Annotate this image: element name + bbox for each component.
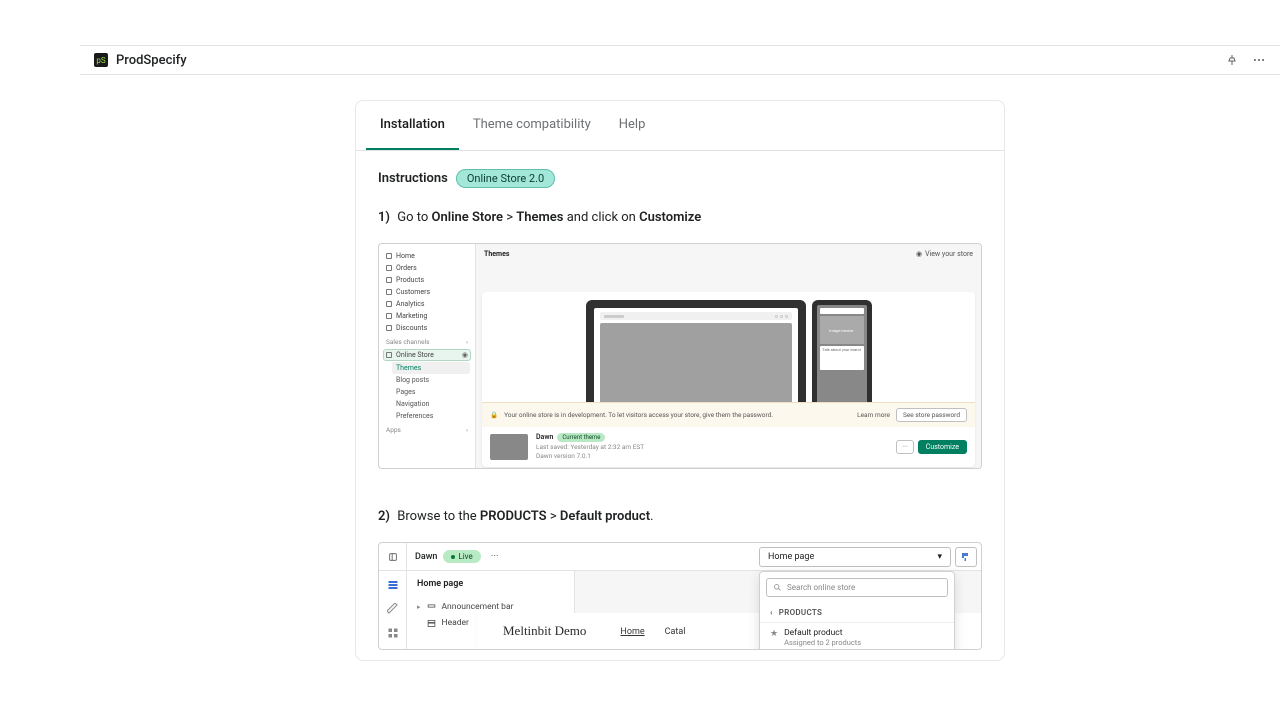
step-2-end: . bbox=[650, 509, 653, 524]
chevron-left-icon: ‹ bbox=[770, 608, 773, 617]
app-bar: pS ProdSpecify bbox=[80, 45, 1280, 75]
dev-notice: 🔒 Your online store is in development. T… bbox=[482, 402, 975, 427]
nav-discounts: Discounts bbox=[384, 322, 470, 334]
tabs: Installation Theme compatibility Help bbox=[356, 101, 1004, 151]
app-logo: pS bbox=[94, 53, 108, 67]
dropdown-crumb: ‹PRODUCTS bbox=[760, 603, 954, 623]
back-icon bbox=[379, 543, 407, 570]
pin-icon[interactable] bbox=[1226, 54, 1238, 66]
dropdown-option: ★ Default productAssigned to 2 products bbox=[760, 623, 954, 650]
paint-icon bbox=[955, 547, 977, 567]
theme-name: Dawn bbox=[536, 433, 553, 443]
step-1: 1) Go to Online Store > Themes and click… bbox=[378, 210, 982, 225]
eye-icon: ◉ bbox=[916, 250, 922, 258]
notice-link: Learn more bbox=[857, 411, 890, 419]
theme-more: ··· bbox=[896, 440, 914, 454]
step-1-b3: Customize bbox=[639, 210, 701, 225]
opt-sub: Assigned to 2 products bbox=[784, 638, 861, 647]
search-icon bbox=[773, 583, 782, 592]
nav-sales-head: Sales channels› bbox=[384, 334, 470, 348]
eye-icon: ◉ bbox=[462, 351, 468, 359]
opt-title: Default product bbox=[784, 628, 861, 638]
nav-prefs: Preferences bbox=[384, 410, 470, 422]
step-1-gt: > bbox=[503, 210, 516, 225]
step-1-pre: Go to bbox=[397, 210, 431, 225]
lock-icon: 🔒 bbox=[490, 411, 498, 419]
step-1-num: 1) bbox=[378, 210, 390, 225]
tool-column bbox=[379, 571, 407, 650]
preview-nav-home: Home bbox=[620, 627, 644, 637]
step-2-gt: > bbox=[547, 509, 560, 524]
nav-orders: Orders bbox=[384, 262, 470, 274]
step-1-mid: and click on bbox=[563, 210, 639, 225]
brush-icon bbox=[387, 603, 399, 615]
instructions-card: Installation Theme compatibility Help In… bbox=[355, 100, 1005, 661]
mobile-text: Talk about your brand bbox=[820, 346, 864, 370]
theme-saved: Last saved: Yesterday at 2:32 am EST bbox=[536, 443, 888, 452]
step-1-b2: Themes bbox=[516, 210, 563, 225]
page-select-dropdown: Search online store ‹PRODUCTS ★ Default … bbox=[759, 571, 955, 650]
shot1-main: Themes ◉View your store bbox=[476, 244, 981, 468]
more-icon[interactable] bbox=[1252, 53, 1266, 67]
header-icon bbox=[427, 619, 436, 628]
device-desktop bbox=[586, 300, 806, 402]
nav-online-store: Online Store◉ bbox=[383, 349, 471, 361]
screenshot-1: Home Orders Products Customers Analytics… bbox=[378, 243, 982, 469]
top-spacer bbox=[0, 0, 1280, 45]
mobile-hero: Image banner bbox=[820, 316, 864, 344]
nav-marketing: Marketing bbox=[384, 310, 470, 322]
tab-installation[interactable]: Installation bbox=[366, 101, 459, 150]
star-icon: ★ bbox=[770, 629, 778, 639]
tab-theme-compat[interactable]: Theme compatibility bbox=[459, 101, 605, 150]
shot1-title: Themes bbox=[484, 250, 509, 258]
live-badge: Live bbox=[443, 550, 480, 563]
step-2-b1: PRODUCTS bbox=[480, 509, 547, 524]
page-select: Home page▾ bbox=[759, 547, 951, 567]
nav-home: Home bbox=[384, 250, 470, 262]
theme-badge: Current theme bbox=[557, 433, 605, 442]
theme-thumb bbox=[490, 434, 528, 460]
apps-icon bbox=[387, 627, 399, 639]
nav-apps: Apps› bbox=[384, 422, 470, 436]
editor-more: ··· bbox=[491, 551, 499, 562]
theme-row: Dawn Current theme Last saved: Yesterday … bbox=[482, 427, 975, 467]
tab-help[interactable]: Help bbox=[605, 101, 660, 150]
nav-pages: Pages bbox=[384, 386, 470, 398]
screenshot-2: Dawn Live ··· Home page▾ Home page ▸Anno… bbox=[378, 542, 982, 650]
notice-text: Your online store is in development. To … bbox=[504, 411, 851, 419]
device-mobile: Image banner Talk about your brand bbox=[812, 300, 872, 402]
shot1-sidebar: Home Orders Products Customers Analytics… bbox=[379, 244, 476, 468]
step-2-num: 2) bbox=[378, 509, 390, 524]
nav-blog: Blog posts bbox=[384, 374, 470, 386]
step-2: 2) Browse to the PRODUCTS > Default prod… bbox=[378, 509, 982, 524]
nav-customers: Customers bbox=[384, 286, 470, 298]
editor-title: Dawn bbox=[415, 552, 437, 562]
announcement-icon bbox=[427, 603, 436, 612]
nav-products: Products bbox=[384, 274, 470, 286]
customize-button: Customize bbox=[918, 440, 967, 454]
app-name: ProdSpecify bbox=[116, 53, 187, 68]
preview-nav-catalog: Catal bbox=[665, 627, 686, 637]
nav-themes: Themes bbox=[392, 362, 470, 374]
step-1-b1: Online Store bbox=[431, 210, 503, 225]
theme-version: Dawn version 7.0.1 bbox=[536, 452, 888, 461]
nav-analytics: Analytics bbox=[384, 298, 470, 310]
search-input: Search online store bbox=[766, 578, 948, 597]
notice-btn: See store password bbox=[896, 408, 967, 422]
chevron-down-icon: ▾ bbox=[937, 552, 942, 562]
sections-title: Home page bbox=[417, 579, 564, 589]
step-2-pre: Browse to the bbox=[397, 509, 480, 524]
step-2-b2: Default product bbox=[560, 509, 650, 524]
view-store: ◉View your store bbox=[916, 250, 973, 258]
os20-badge: Online Store 2.0 bbox=[456, 169, 555, 188]
nav-navigation: Navigation bbox=[384, 398, 470, 410]
section-title: Instructions bbox=[378, 171, 448, 186]
sections-icon bbox=[387, 579, 399, 591]
store-brand: Meltinbit Demo bbox=[503, 623, 586, 639]
